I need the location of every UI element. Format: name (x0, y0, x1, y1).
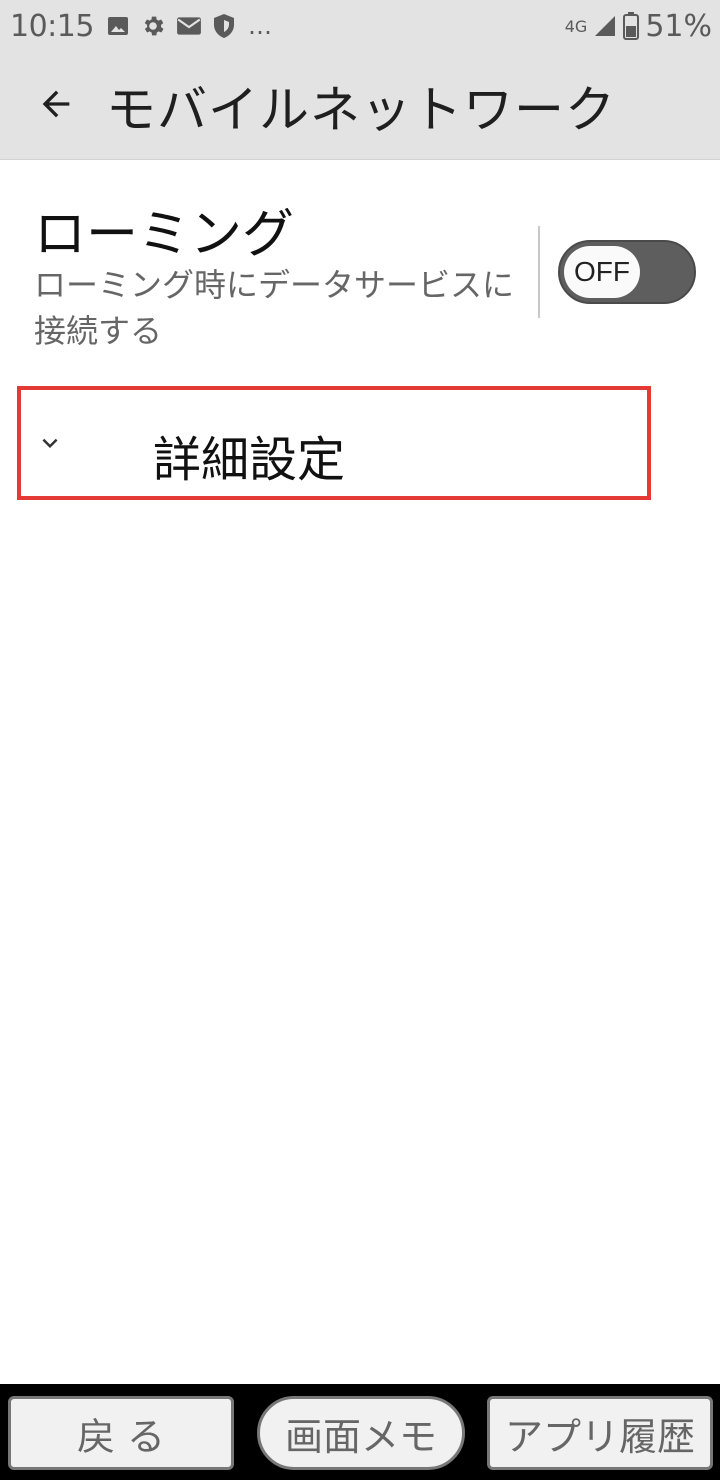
status-right: 4G 51% (565, 9, 712, 44)
chevron-down-icon (35, 428, 65, 462)
back-button[interactable] (6, 52, 106, 160)
gear-icon (140, 13, 166, 39)
more-notifications: … (247, 12, 273, 40)
toggle-knob: OFF (564, 246, 640, 298)
image-icon (106, 14, 130, 38)
status-time: 10:15 (10, 8, 94, 44)
app-history-button[interactable]: アプリ履歴 (487, 1396, 713, 1470)
roaming-summary: ローミング時にデータサービスに接続する (34, 266, 515, 350)
app-bar: モバイルネットワーク (0, 52, 720, 160)
bottom-nav: 戻 る 画面メモ アプリ履歴 (0, 1384, 720, 1480)
roaming-title: ローミング (34, 205, 295, 265)
arrow-back-icon (36, 84, 76, 128)
roaming-toggle[interactable]: OFF (558, 240, 696, 304)
shield-icon (212, 13, 236, 39)
advanced-settings-label: 詳細設定 (153, 432, 346, 488)
roaming-setting-row[interactable]: ローミング ローミング時にデータサービスに接続する OFF (0, 160, 720, 380)
advanced-settings-row[interactable]: 詳細設定 (17, 386, 651, 500)
battery-percent: 51% (645, 8, 712, 44)
status-bar: 10:15 … 4G 51% (0, 0, 720, 52)
page-title: モバイルネットワーク (106, 80, 616, 139)
screen-memo-button[interactable]: 画面メモ (257, 1396, 465, 1470)
mail-icon (176, 15, 202, 37)
battery-icon (623, 12, 640, 40)
screen: 10:15 … 4G 51% モバイルネットワーク ローミング ローミング時にデ… (0, 0, 720, 1480)
signal-icon (593, 14, 617, 38)
vertical-divider (538, 226, 540, 318)
status-left: 10:15 … (10, 9, 273, 44)
nav-back-button[interactable]: 戻 る (8, 1396, 234, 1470)
network-type: 4G (564, 16, 588, 36)
